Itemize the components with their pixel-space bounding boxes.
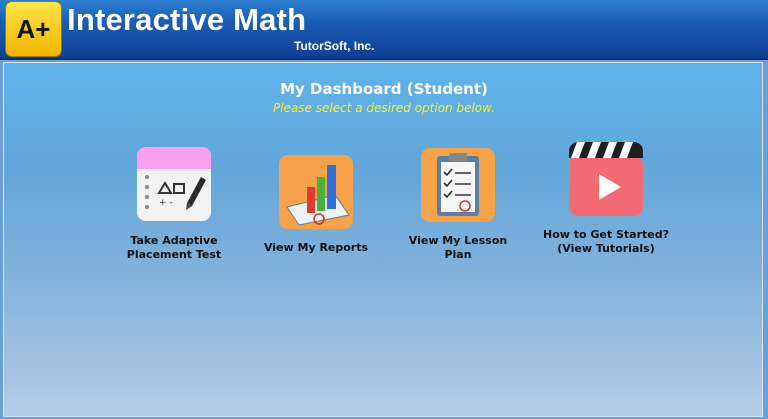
lesson-plan-label: View My Lesson Plan (383, 234, 533, 262)
view-tutorials-button[interactable]: How to Get Started? (View Tutorials) (531, 142, 681, 260)
tutorials-label-line2: (View Tutorials) (557, 242, 655, 255)
tutorials-label: How to Get Started? (View Tutorials) (531, 228, 681, 256)
logo-text: A+ (16, 13, 51, 44)
app-header: A+ Interactive Math TutorSoft, Inc. (0, 0, 768, 60)
view-reports-button[interactable]: View My Reports (241, 155, 391, 265)
company-name: TutorSoft, Inc. (294, 39, 375, 53)
lesson-plan-clipboard-icon (421, 148, 495, 222)
tutorials-label-line1: How to Get Started? (543, 228, 669, 241)
reports-chart-icon (279, 155, 353, 229)
placement-test-label-line2: Placement Test (126, 248, 222, 261)
reports-label: View My Reports (241, 241, 391, 255)
video-tutorial-icon (569, 142, 643, 216)
placement-test-icon: + - (137, 147, 211, 221)
reports-label-line1: View My Reports (263, 241, 369, 254)
take-placement-test-button[interactable]: + - Take Adaptive Placement Test (99, 147, 249, 267)
dashboard-title: My Dashboard (Student) (280, 80, 488, 98)
app-logo: A+ (5, 1, 62, 57)
app-title: Interactive Math (67, 2, 307, 37)
placement-test-label: Take Adaptive Placement Test (99, 234, 249, 262)
lesson-plan-label-line2: Plan (444, 248, 472, 261)
dashboard-subtitle: Please select a desired option below. (272, 101, 496, 115)
lesson-plan-label-line1: View My Lesson (408, 234, 508, 247)
view-lesson-plan-button[interactable]: View My Lesson Plan (383, 148, 533, 266)
placement-test-label-line1: Take Adaptive (130, 234, 218, 247)
svg-text:+ -: + - (159, 198, 173, 208)
